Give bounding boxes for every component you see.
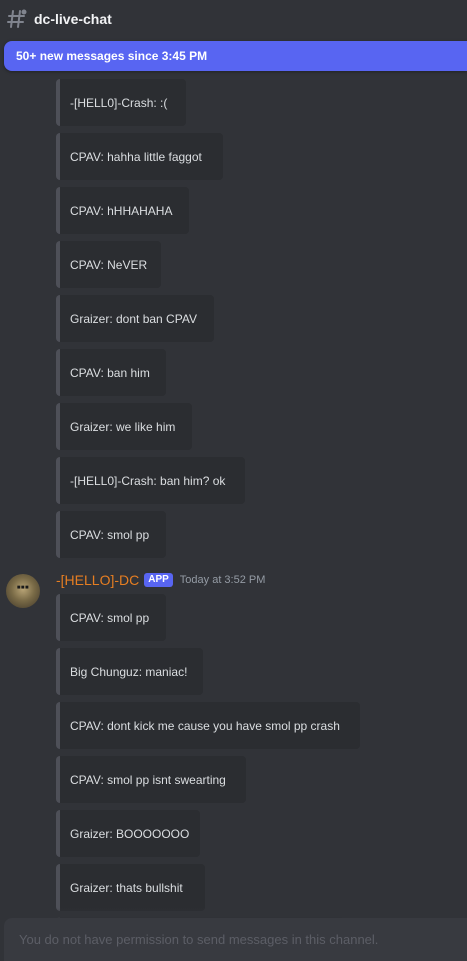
- message-embed: CPAV: ban him: [56, 349, 166, 396]
- message-embed: -[HELL0]-Crash: ban him? ok: [56, 457, 245, 504]
- message-embed: CPAV: hahha little faggot: [56, 133, 223, 180]
- app-badge: APP: [144, 573, 173, 587]
- message-embed: Big Chunguz: maniac!: [56, 648, 203, 695]
- composer-placeholder: You do not have permission to send messa…: [19, 932, 379, 947]
- message-embed: Graizer: dont ban CPAV: [56, 295, 214, 342]
- chat-window: dc-live-chat 50+ new messages since 3:45…: [0, 0, 467, 961]
- avatar-logo-icon: ■■■: [16, 585, 30, 591]
- new-messages-banner[interactable]: 50+ new messages since 3:45 PM: [4, 41, 467, 71]
- message-composer[interactable]: You do not have permission to send messa…: [4, 918, 467, 961]
- channel-name: dc-live-chat: [34, 11, 112, 27]
- message-embed: CPAV: hHHAHAHA: [56, 187, 189, 234]
- message-author-row: -[HELLO]-DC APP Today at 3:52 PM: [56, 571, 265, 589]
- message-embed: Graizer: we like him: [56, 403, 192, 450]
- message-embed: -[HELL0]-Crash: :(: [56, 79, 186, 126]
- author-avatar[interactable]: ■■■: [6, 574, 40, 608]
- author-name[interactable]: -[HELLO]-DC: [56, 572, 139, 588]
- message-embed: CPAV: NeVER: [56, 241, 161, 288]
- message-embed: CPAV: dont kick me cause you have smol p…: [56, 702, 360, 749]
- message-embed: CPAV: smol pp: [56, 511, 166, 558]
- message-embed: CPAV: smol pp isnt swearting: [56, 756, 246, 803]
- channel-header: dc-live-chat: [0, 0, 467, 38]
- text-channel-hash-icon: [6, 8, 28, 30]
- message-embed: Graizer: thats bullshit: [56, 864, 205, 911]
- message-embed: Graizer: BOOOOOOO: [56, 810, 200, 857]
- message-embed: CPAV: smol pp: [56, 594, 166, 641]
- message-timestamp[interactable]: Today at 3:52 PM: [180, 574, 266, 586]
